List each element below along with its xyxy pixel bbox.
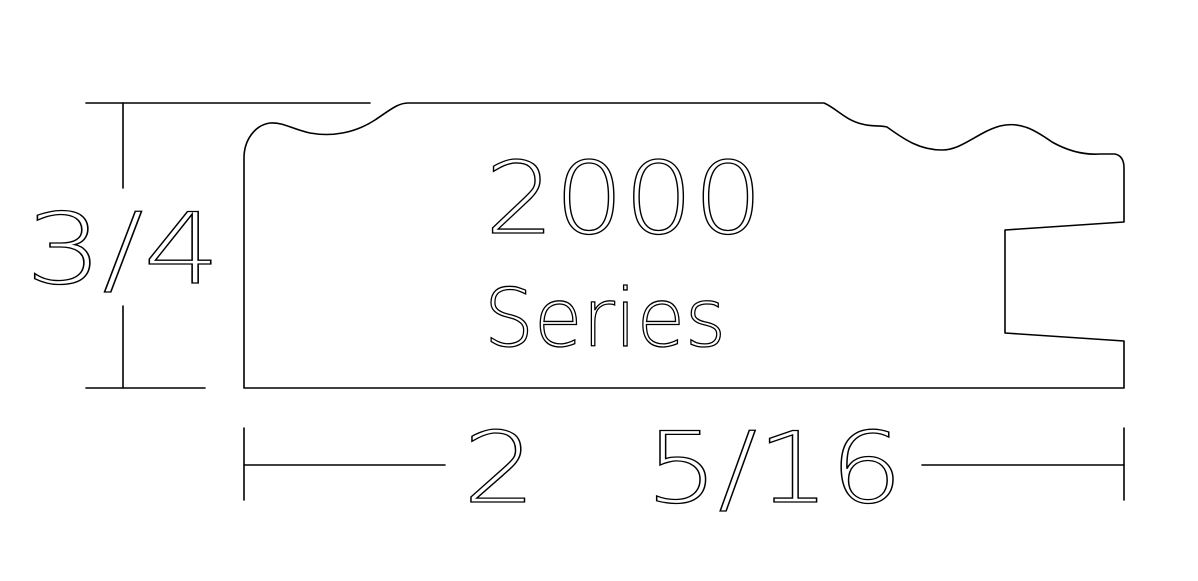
thickness-label: 3/4 [26, 193, 221, 307]
profile-name: 2000 [485, 140, 763, 257]
width-dimension: 2 5/16 [243, 411, 1125, 527]
profile-series: Series [484, 272, 726, 365]
thickness-dimension: 3/4 [25, 102, 371, 389]
width-label: 2 5/16 [463, 412, 903, 526]
molding-profile-drawing: 3/4 2 5/16 2000 Series [25, 102, 1125, 527]
